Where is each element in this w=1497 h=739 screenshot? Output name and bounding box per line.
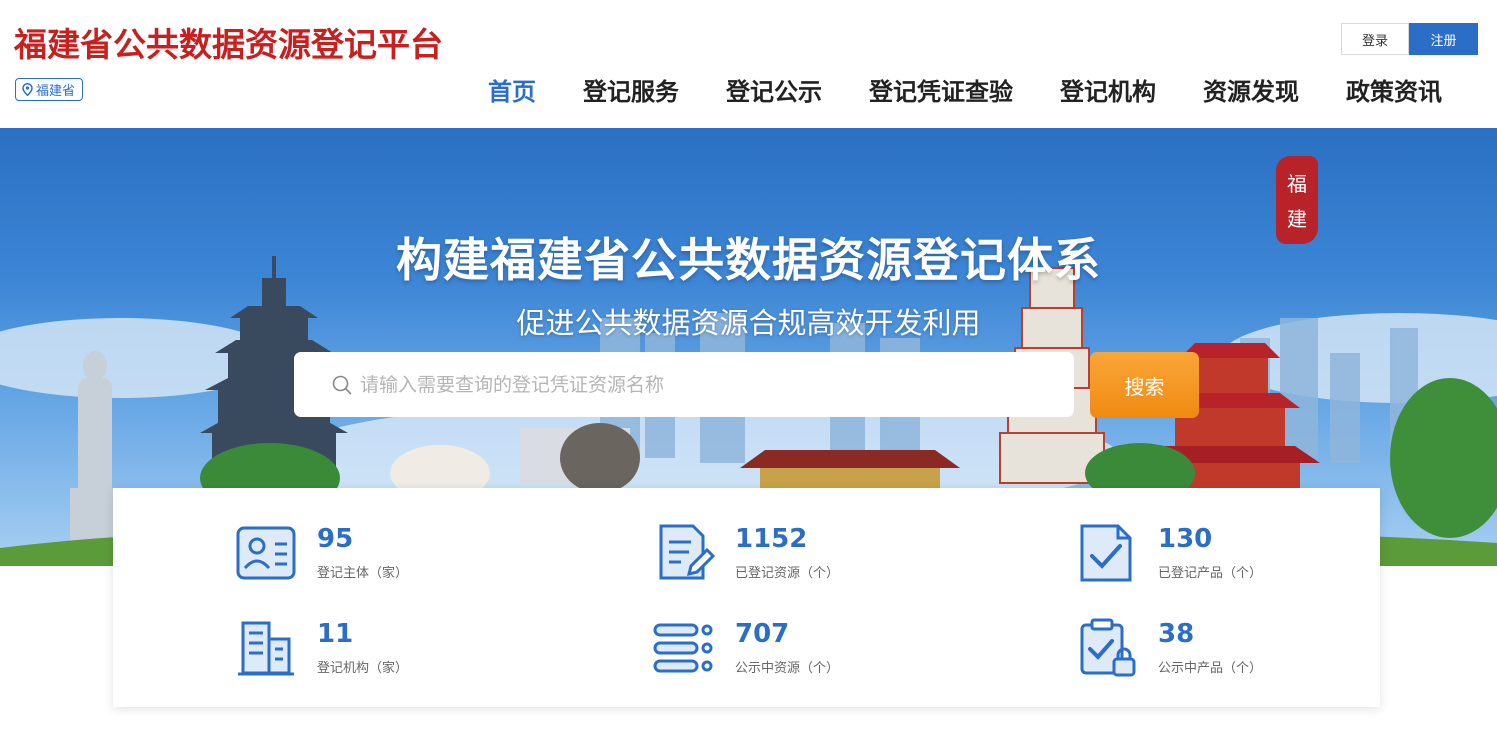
- list-icon: [653, 623, 713, 673]
- document-check-icon: [1080, 524, 1132, 582]
- stat-value: 38: [1158, 619, 1195, 649]
- seal-char-1: 福: [1287, 172, 1307, 196]
- stat-publicized-resources[interactable]: 707 公示中资源（个）: [653, 617, 839, 679]
- hero-subtitle: 促进公共数据资源合规高效开发利用: [516, 306, 981, 340]
- login-button[interactable]: 登录: [1341, 23, 1409, 55]
- nav-item-resource-discovery[interactable]: 资源发现: [1203, 72, 1299, 107]
- stat-label: 已登记资源（个）: [735, 566, 840, 581]
- stat-label: 公示中资源（个）: [735, 661, 840, 676]
- stat-label: 登记主体（家）: [317, 566, 409, 581]
- nav-item-registration-service[interactable]: 登记服务: [583, 72, 679, 107]
- stat-value: 707: [735, 619, 790, 649]
- search-input[interactable]: [360, 373, 1050, 396]
- stat-registered-resources[interactable]: 1152 已登记资源（个）: [653, 522, 839, 584]
- stat-label: 登记机构（家）: [317, 661, 409, 676]
- site-header: 福建省公共数据资源登记平台 福建省 登录 注册 首页 登记服务 登记公示 登记凭…: [0, 0, 1497, 128]
- statistics-panel: 95 登记主体（家） 1152 已登记资源（个） 130 已登记产品（个） 11…: [113, 488, 1380, 707]
- search-box: [294, 352, 1074, 417]
- stat-value: 11: [317, 619, 354, 649]
- stat-value: 95: [317, 524, 354, 554]
- building-icon: [238, 621, 294, 676]
- document-edit-icon: [659, 524, 715, 580]
- region-label: 福建省: [36, 84, 76, 99]
- site-title[interactable]: 福建省公共数据资源登记平台: [14, 18, 443, 66]
- nav-item-policy-news[interactable]: 政策资讯: [1346, 72, 1442, 107]
- region-selector[interactable]: 福建省: [15, 78, 84, 101]
- stat-registered-entities[interactable]: 95 登记主体（家）: [235, 522, 408, 584]
- stat-registered-products[interactable]: 130 已登记产品（个）: [1076, 522, 1262, 584]
- stat-value: 1152: [735, 524, 808, 554]
- nav-item-certificate-verification[interactable]: 登记凭证查验: [869, 72, 1013, 107]
- hero-title: 构建福建省公共数据资源登记体系: [396, 233, 1101, 287]
- register-button[interactable]: 注册: [1409, 23, 1478, 55]
- stat-registration-agencies[interactable]: 11 登记机构（家）: [235, 617, 408, 679]
- nav-item-registration-publicity[interactable]: 登记公示: [726, 72, 822, 107]
- main-nav: 首页 登记服务 登记公示 登记凭证查验 登记机构 资源发现 政策资讯: [488, 72, 1442, 107]
- auth-buttons: 登录 注册: [1341, 23, 1478, 55]
- stat-label: 已登记产品（个）: [1158, 566, 1263, 581]
- search-icon: [332, 375, 352, 394]
- clipboard-check-icon: [1080, 618, 1136, 677]
- stat-label: 公示中产品（个）: [1158, 661, 1263, 676]
- search-button[interactable]: 搜索: [1090, 352, 1199, 418]
- id-card-icon: [236, 526, 296, 580]
- stat-value: 130: [1158, 524, 1213, 554]
- nav-item-registration-agency[interactable]: 登记机构: [1060, 72, 1156, 107]
- location-pin-icon: [22, 83, 33, 96]
- nav-item-home[interactable]: 首页: [488, 72, 536, 107]
- stat-publicized-products[interactable]: 38 公示中产品（个）: [1076, 617, 1262, 679]
